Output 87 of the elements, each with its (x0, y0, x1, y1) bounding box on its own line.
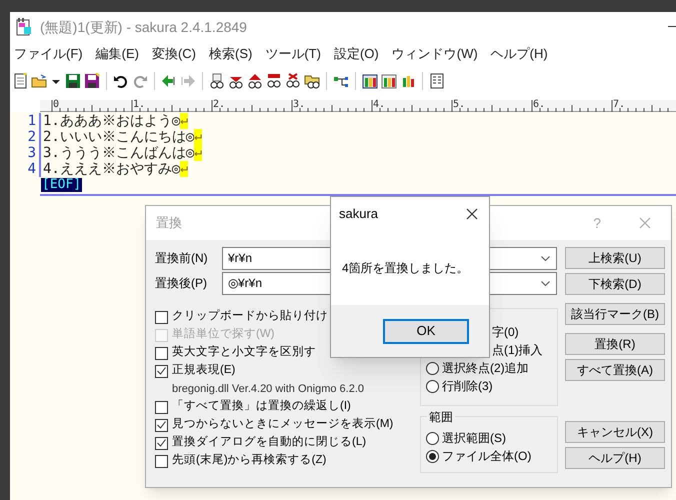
dialog-button[interactable]: すべて置換(A) (565, 359, 665, 381)
checkbox[interactable] (155, 454, 168, 468)
eof-marker: [EOF] (41, 178, 82, 192)
dialog-button[interactable]: 該当行マーク(B) (565, 303, 665, 325)
field-label: 置換前(N) (155, 250, 209, 267)
line-end-mark: ↵ (180, 113, 188, 129)
radio-button[interactable] (426, 432, 439, 444)
eyes-icon[interactable] (304, 73, 320, 89)
checkbox[interactable] (155, 400, 168, 414)
document-icon[interactable] (12, 73, 28, 89)
dialog-button[interactable]: ヘルプ(H) (565, 447, 665, 469)
ok-button[interactable]: OK (383, 318, 469, 344)
eyes-icon[interactable] (247, 73, 263, 89)
line-number: 1 (26, 113, 36, 129)
menu-item[interactable]: 検索(S) (209, 44, 252, 64)
checkbox-label[interactable]: 「すべて置換」は置換の繰返し(I) (172, 398, 351, 416)
radio-label[interactable]: 選択終点(2)追加 (442, 359, 529, 377)
line-end-mark: ↵ (194, 145, 202, 161)
dialog-button[interactable]: 置換(R) (565, 333, 665, 355)
dialog-button[interactable]: キャンセル(X) (565, 421, 665, 443)
checkbox[interactable] (155, 364, 168, 378)
line-text: 1.あああ※おはよう◎ (43, 113, 180, 129)
notepad-icon (16, 18, 32, 36)
ruler-number: 4. (373, 99, 386, 111)
radio-button[interactable] (426, 362, 439, 374)
menu-item[interactable]: ツール(T) (265, 44, 321, 64)
radio-label[interactable]: 選択範囲(S) (442, 429, 506, 447)
dialog-title: 置換 (156, 214, 182, 232)
menu-item[interactable]: ウィンドウ(W) (392, 44, 478, 64)
radio-label[interactable]: 行削除(3) (442, 377, 493, 395)
dialog-button[interactable]: 上検索(U) (565, 247, 665, 269)
version-text: bregonig.dll Ver.4.20 with Onigmo 6.2.0 (171, 382, 364, 397)
checkbox-label: 単語単位で探す(W) (172, 326, 275, 342)
checkbox-label[interactable]: 正規表現(E) (172, 362, 236, 380)
checkbox[interactable] (155, 418, 168, 432)
checkbox[interactable] (155, 310, 168, 324)
checkbox-label[interactable]: 英大文字と小文字を区別す (172, 344, 316, 362)
line-number: 4 (26, 161, 36, 177)
ruler-number: 7. (613, 99, 626, 111)
eyes-icon[interactable] (209, 73, 225, 89)
chevron-down-icon[interactable] (541, 280, 550, 286)
line-end-mark: ↵ (180, 161, 188, 177)
eyes-icon[interactable] (266, 73, 282, 89)
toolbox-icon[interactable] (381, 73, 397, 89)
ruler-number: 6. (533, 99, 546, 111)
line-text: 4.えええ※おやすみ◎ (43, 161, 180, 177)
line-end-mark: ↵ (194, 129, 202, 145)
line-number: 2 (26, 129, 36, 145)
radio-button[interactable] (426, 450, 439, 462)
ruler-number: 0 (53, 99, 60, 111)
dialog-button[interactable]: 下検索(D) (565, 273, 665, 295)
ruler-number: 3. (293, 99, 306, 111)
minimize-icon[interactable] (668, 26, 676, 28)
checkbox[interactable] (155, 436, 168, 450)
eyes-icon[interactable] (285, 73, 301, 89)
dialog-title: sakura (339, 205, 378, 224)
checkbox-label[interactable]: 見つからないときにメッセージを表示(M) (172, 416, 394, 434)
list-icon[interactable] (429, 73, 445, 89)
close-icon[interactable] (466, 208, 478, 220)
folder-icon[interactable] (31, 73, 47, 89)
ruler-number: 2. (213, 99, 226, 111)
menu-item[interactable]: 変換(C) (152, 44, 196, 64)
radio-button[interactable] (426, 380, 439, 392)
menu-item[interactable]: 設定(O) (334, 44, 379, 64)
left-arrow-icon[interactable] (161, 73, 177, 89)
menu-item[interactable]: ファイル(F) (14, 44, 83, 64)
undo-arrow-icon[interactable] (113, 73, 129, 89)
line-text: 3.ううう※こんばんは◎ (43, 145, 194, 161)
checkbox-label[interactable]: 置換ダイアログを自動的に閉じる(L) (172, 434, 366, 452)
checkbox[interactable] (155, 346, 168, 360)
checkbox-label[interactable]: 先頭(末尾)から再検索する(Z) (172, 452, 326, 470)
radio-label[interactable]: 点(1)挿入 (492, 341, 543, 359)
menu-item[interactable]: 編集(E) (96, 44, 139, 64)
ruler-number: 5. (453, 99, 466, 111)
ruler-number: 1. (133, 99, 146, 111)
message-text: 4箇所を置換しました。 (342, 260, 469, 277)
toolbox-icon[interactable] (400, 73, 416, 89)
checkbox-label[interactable]: クリップボードから貼り付け (172, 308, 328, 326)
radio-label[interactable]: ファイル全体(O) (442, 447, 532, 465)
field-label: 置換後(P) (155, 275, 208, 292)
line-text: 2.いいい※こんにちは◎ (43, 129, 194, 145)
toolbox-icon[interactable] (362, 73, 378, 89)
chevron-down-icon[interactable] (541, 256, 550, 260)
menu-item[interactable]: ヘルプ(H) (490, 44, 548, 64)
window-title: (無題)1(更新) - sakura 2.4.1.2849 (40, 18, 247, 37)
radio-label[interactable]: 字(0) (492, 323, 519, 341)
line-number: 3 (26, 145, 36, 161)
